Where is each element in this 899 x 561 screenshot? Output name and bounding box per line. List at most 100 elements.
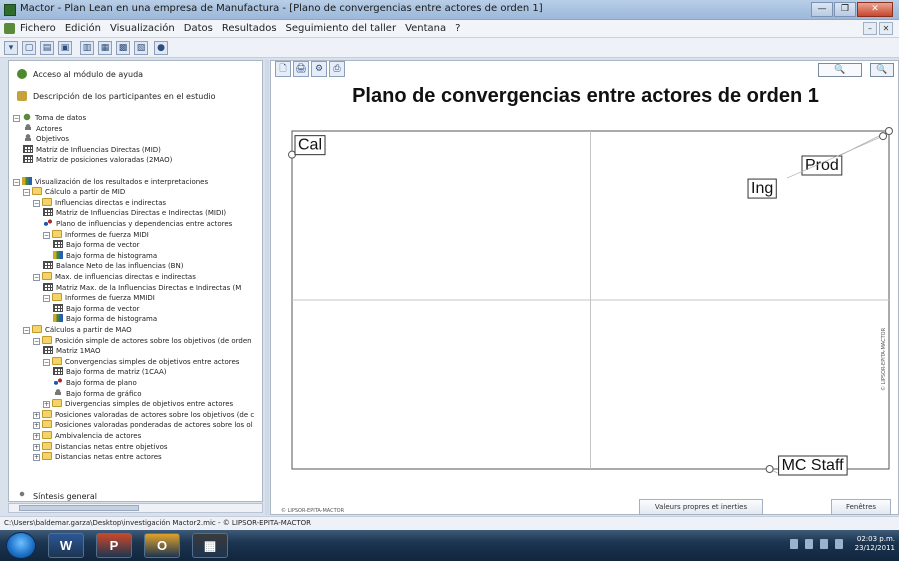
collapse-icon[interactable]: − <box>33 199 40 207</box>
tree-item[interactable]: Matriz de Influencias Directas (MID) <box>23 144 262 155</box>
actor-point[interactable] <box>765 465 774 473</box>
tree-item[interactable]: − Max. de influencias directas e indirect… <box>33 272 262 282</box>
tree-item[interactable]: Matriz de posiciones valoradas (2MAO) <box>23 155 262 165</box>
word-taskbar-button[interactable]: W <box>48 533 84 558</box>
actor-label[interactable]: Prod <box>801 155 843 176</box>
actor-label[interactable]: Cal <box>294 135 326 156</box>
collapse-icon[interactable]: − <box>33 337 40 345</box>
panel-splitter[interactable] <box>265 60 269 515</box>
tree-item[interactable]: + Posiciones valoradas de actores sobre l… <box>33 409 262 420</box>
eigenvalues-button[interactable]: Valeurs propres et inerties <box>639 499 763 515</box>
actor-point[interactable] <box>288 150 296 159</box>
start-button[interactable] <box>6 532 36 559</box>
actor-label[interactable]: Ing <box>747 178 777 199</box>
title-bar: Mactor - Plan Lean en una empresa de Man… <box>0 0 899 20</box>
close-button[interactable]: ✕ <box>857 2 893 17</box>
collapse-icon[interactable]: − <box>43 358 50 366</box>
preview-icon[interactable]: ▦ <box>98 41 112 55</box>
table-icon[interactable]: ▧ <box>134 41 148 55</box>
collapse-icon[interactable]: − <box>23 327 30 334</box>
collapse-icon[interactable]: − <box>43 231 50 239</box>
tree-item[interactable]: Matriz de Influencias Directas e Indirec… <box>43 208 262 218</box>
document-icon[interactable] <box>4 23 15 34</box>
menu-help[interactable]: ? <box>455 23 460 34</box>
tree-item[interactable]: + Distancias netas entre actores <box>33 452 262 462</box>
tree-item[interactable]: − Toma de datos <box>13 113 262 123</box>
powerpoint-taskbar-button[interactable]: P <box>96 533 132 558</box>
menu-datos[interactable]: Datos <box>184 23 213 34</box>
tree-item[interactable]: Objetivos <box>23 134 262 144</box>
tree-item[interactable]: − Informes de fuerza MIDI <box>43 229 262 240</box>
scrollbar-thumb[interactable] <box>19 505 139 511</box>
collapse-icon[interactable]: − <box>43 295 50 303</box>
expand-icon[interactable]: + <box>33 411 40 419</box>
expand-icon[interactable]: + <box>33 422 40 430</box>
save-icon[interactable]: ▣ <box>58 41 72 55</box>
tree-item[interactable]: Bajo forma de matriz (1CAA) <box>53 367 262 377</box>
minimize-button[interactable]: — <box>811 2 833 17</box>
print-icon[interactable]: ▥ <box>80 41 94 55</box>
maximize-button[interactable]: ❐ <box>834 2 856 17</box>
collapse-icon[interactable]: − <box>33 274 40 281</box>
tree-item[interactable]: − Posición simple de actores sobre los ob… <box>33 335 262 346</box>
tray-network-icon[interactable] <box>820 539 828 549</box>
tree-item[interactable]: − Informes de fuerza MMIDI <box>43 293 262 303</box>
tree-item[interactable]: Balance Neto de las influencias (BN) <box>43 261 262 271</box>
tree-item[interactable]: − Visualización de los resultados e inter… <box>13 176 262 187</box>
expand-icon[interactable]: + <box>33 443 40 451</box>
tray-volume-icon[interactable] <box>835 539 843 549</box>
menu-resultados[interactable]: Resultados <box>222 23 277 34</box>
actor-icon[interactable]: ● <box>154 41 168 55</box>
tree-horizontal-scrollbar[interactable] <box>8 503 263 513</box>
tree-item[interactable]: − Cálculos a partir de MAO <box>23 325 262 335</box>
tree-item[interactable]: Bajo forma de vector <box>53 303 262 314</box>
participants-item[interactable]: Descripción de los participantes en el e… <box>17 91 216 101</box>
tree-item[interactable]: Bajo forma de gráfico <box>53 388 262 399</box>
grid-icon[interactable]: ▩ <box>116 41 130 55</box>
collapse-icon[interactable]: − <box>13 178 20 186</box>
menu-visualizacion[interactable]: Visualización <box>110 23 175 34</box>
actor-label[interactable]: MC Staff <box>778 455 848 476</box>
tree-item[interactable]: Matriz 1MAO <box>43 346 262 356</box>
mdi-close-button[interactable]: ✕ <box>879 22 893 35</box>
open-icon[interactable]: ▤ <box>40 41 54 55</box>
tree-item[interactable]: − Cálculo a partir de MID <box>23 187 262 197</box>
tree-item[interactable]: + Ambivalencia de actores <box>33 431 262 441</box>
menu-fichero[interactable]: Fichero <box>20 23 56 34</box>
collapse-icon[interactable]: − <box>23 189 30 197</box>
tree-item[interactable]: − Influencias directas e indirectas <box>33 197 262 208</box>
mactor-app: Mactor - Plan Lean en una empresa de Man… <box>0 0 899 561</box>
tray-flag-icon[interactable] <box>805 539 813 549</box>
tree-item[interactable]: Bajo forma de histograma <box>53 250 262 261</box>
expand-icon[interactable]: + <box>43 401 50 409</box>
clock[interactable]: 02:03 p.m. 23/12/2011 <box>847 535 895 553</box>
new-icon[interactable]: ▢ <box>22 41 36 55</box>
mactor-taskbar-button[interactable]: ▦ <box>192 533 228 558</box>
expand-icon[interactable]: + <box>33 433 40 440</box>
help-access-item[interactable]: Acceso al módulo de ayuda <box>17 69 143 79</box>
tree-item[interactable]: Bajo forma de histograma <box>53 314 262 324</box>
expand-icon[interactable]: + <box>33 454 40 462</box>
tree-item[interactable]: Matriz Max. de la Influencias Directas e… <box>43 282 262 293</box>
actor-point[interactable] <box>885 127 893 135</box>
tree-item[interactable]: + Distancias netas entre objetivos <box>33 441 262 452</box>
menu-seguimiento[interactable]: Seguimiento del taller <box>286 23 397 34</box>
tree-item[interactable]: Bajo forma de vector <box>53 240 262 250</box>
tree-item[interactable]: − Convergencias simples de objetivos entr… <box>43 356 262 367</box>
outlook-taskbar-button[interactable]: O <box>144 533 180 558</box>
menu-ventana[interactable]: Ventana <box>405 23 446 34</box>
mdi-minimize-button[interactable]: – <box>863 22 877 35</box>
tree-item[interactable]: Plano de influencias y dependencias entr… <box>43 219 262 229</box>
tree-item[interactable]: Actores <box>23 123 262 134</box>
tree-item[interactable]: + Posiciones valoradas ponderadas de acto… <box>33 420 262 430</box>
synthesis-item[interactable]: Síntesis general <box>17 491 97 501</box>
actor-point[interactable] <box>879 132 888 141</box>
tray-arrow-icon[interactable] <box>790 539 798 549</box>
tree-item[interactable]: Bajo forma de plano <box>53 378 262 388</box>
folder-icon <box>42 431 52 439</box>
dropdown-icon[interactable]: ▾ <box>4 41 18 55</box>
windows-button[interactable]: Fenêtres <box>831 499 891 515</box>
tree-item[interactable]: + Divergencias simples de objetivos entre… <box>43 399 262 409</box>
menu-edicion[interactable]: Edición <box>65 23 101 34</box>
collapse-icon[interactable]: − <box>13 115 20 122</box>
